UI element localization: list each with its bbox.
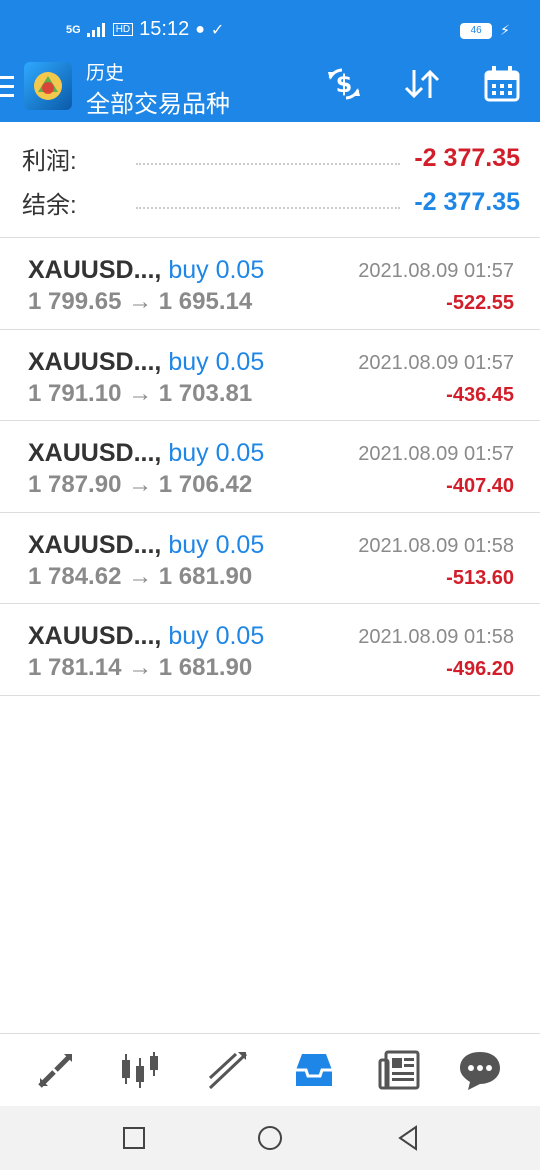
hd-badge: HD (112, 23, 134, 36)
trade-time: 2021.08.09 01:57 (358, 351, 514, 374)
back-icon[interactable] (392, 1122, 424, 1154)
trade-icon[interactable] (206, 1048, 250, 1092)
trade-time: 2021.08.09 01:57 (358, 443, 514, 465)
profit-row: 利润: -2 377.35 (22, 138, 520, 178)
check-icon: ✓ (210, 21, 225, 39)
trade-direction: buy 0.05 (168, 439, 265, 467)
history-icon[interactable] (292, 1048, 336, 1092)
metatrader-logo-icon (34, 72, 62, 100)
chart-icon[interactable] (118, 1048, 162, 1092)
trade-prices: 1 799.65 → 1 695.14 (28, 288, 253, 315)
network-indicator: 5G (66, 23, 81, 36)
svg-text:$: $ (336, 70, 353, 98)
profit-label: 利润: (22, 147, 77, 175)
trade-time: 2021.08.09 01:57 (358, 260, 514, 282)
trade-row[interactable]: XAUUSD..., buy 0.05 1 791.10 → 1 703.81 … (0, 330, 540, 421)
news-icon[interactable] (378, 1048, 422, 1092)
wechat-icon: ● (195, 20, 205, 38)
trade-row[interactable]: XAUUSD..., buy 0.05 1 784.62 → 1 681.90 … (0, 513, 540, 604)
trade-direction: buy 0.05 (168, 347, 265, 376)
trade-prices: 1 781.14 → 1 681.90 (28, 654, 253, 681)
trade-symbol: XAUUSD..., (28, 347, 162, 376)
charging-icon: ⚡ (500, 22, 510, 38)
trade-direction: buy 0.05 (168, 530, 265, 559)
recent-apps-icon[interactable] (118, 1122, 150, 1154)
status-right: 46 ⚡ (460, 22, 510, 39)
dotted-leader (136, 151, 401, 165)
page-subtitle: 历史 (86, 63, 125, 84)
trade-time: 2021.08.09 01:58 (358, 534, 514, 557)
trade-profit: -496.20 (446, 658, 514, 680)
bottom-tab-bar (0, 1033, 540, 1106)
trade-prices: 1 791.10 → 1 703.81 (28, 379, 253, 407)
trade-row[interactable]: XAUUSD..., buy 0.05 1 781.14 → 1 681.90 … (0, 604, 540, 696)
trade-direction: buy 0.05 (168, 256, 265, 284)
trade-symbol-line: XAUUSD..., buy 0.05 (28, 348, 264, 377)
signal-icon (86, 22, 105, 37)
trade-profit: -407.40 (446, 475, 514, 497)
trade-symbol-line: XAUUSD..., buy 0.05 (28, 531, 264, 560)
trade-list: XAUUSD..., buy 0.05 1 799.65 → 1 695.14 … (0, 238, 540, 696)
summary-panel: 利润: -2 377.35 结余: -2 377.35 (0, 122, 540, 238)
trade-time: 2021.08.09 01:58 (358, 626, 514, 648)
quotes-icon[interactable] (34, 1048, 78, 1092)
menu-icon[interactable] (0, 74, 16, 100)
trade-symbol: XAUUSD..., (28, 622, 162, 650)
sort-icon[interactable] (402, 64, 442, 104)
trade-profit: -436.45 (446, 383, 514, 406)
trade-symbol: XAUUSD..., (28, 256, 162, 284)
app-bar: 历史 全部交易品种 $ (0, 58, 540, 122)
home-icon[interactable] (254, 1122, 286, 1154)
balance-label: 结余: (22, 191, 77, 219)
trade-symbol: XAUUSD..., (28, 439, 162, 467)
chat-icon[interactable] (458, 1048, 502, 1092)
profit-value: -2 377.35 (414, 143, 520, 172)
balance-row: 结余: -2 377.35 (22, 182, 520, 222)
system-nav-bar (0, 1106, 540, 1170)
dotted-leader (136, 195, 401, 209)
page-title[interactable]: 全部交易品种 (86, 84, 230, 119)
trade-profit: -522.55 (446, 292, 514, 314)
currency-exchange-icon[interactable]: $ (324, 64, 364, 104)
app-logo[interactable] (24, 62, 72, 110)
trade-prices: 1 787.90 → 1 706.42 (28, 471, 253, 498)
trade-symbol-line: XAUUSD..., buy 0.05 (28, 256, 264, 285)
trade-direction: buy 0.05 (168, 622, 265, 650)
trade-profit: -513.60 (446, 566, 514, 589)
trade-row[interactable]: XAUUSD..., buy 0.05 1 787.90 → 1 706.42 … (0, 421, 540, 513)
trade-row[interactable]: XAUUSD..., buy 0.05 1 799.65 → 1 695.14 … (0, 238, 540, 330)
balance-value: -2 377.35 (414, 187, 520, 216)
trade-prices: 1 784.62 → 1 681.90 (28, 562, 253, 590)
trade-symbol-line: XAUUSD..., buy 0.05 (28, 439, 264, 468)
battery-icon: 46 (460, 22, 493, 39)
status-bar: 5G HD 15:12 ● ✓ 46 ⚡ (0, 0, 540, 58)
trade-symbol-line: XAUUSD..., buy 0.05 (28, 622, 264, 651)
status-time: 15:12 (139, 18, 190, 40)
trade-symbol: XAUUSD..., (28, 530, 162, 559)
status-left: 5G HD 15:12 ● ✓ (66, 18, 224, 41)
calendar-icon[interactable] (482, 64, 522, 104)
